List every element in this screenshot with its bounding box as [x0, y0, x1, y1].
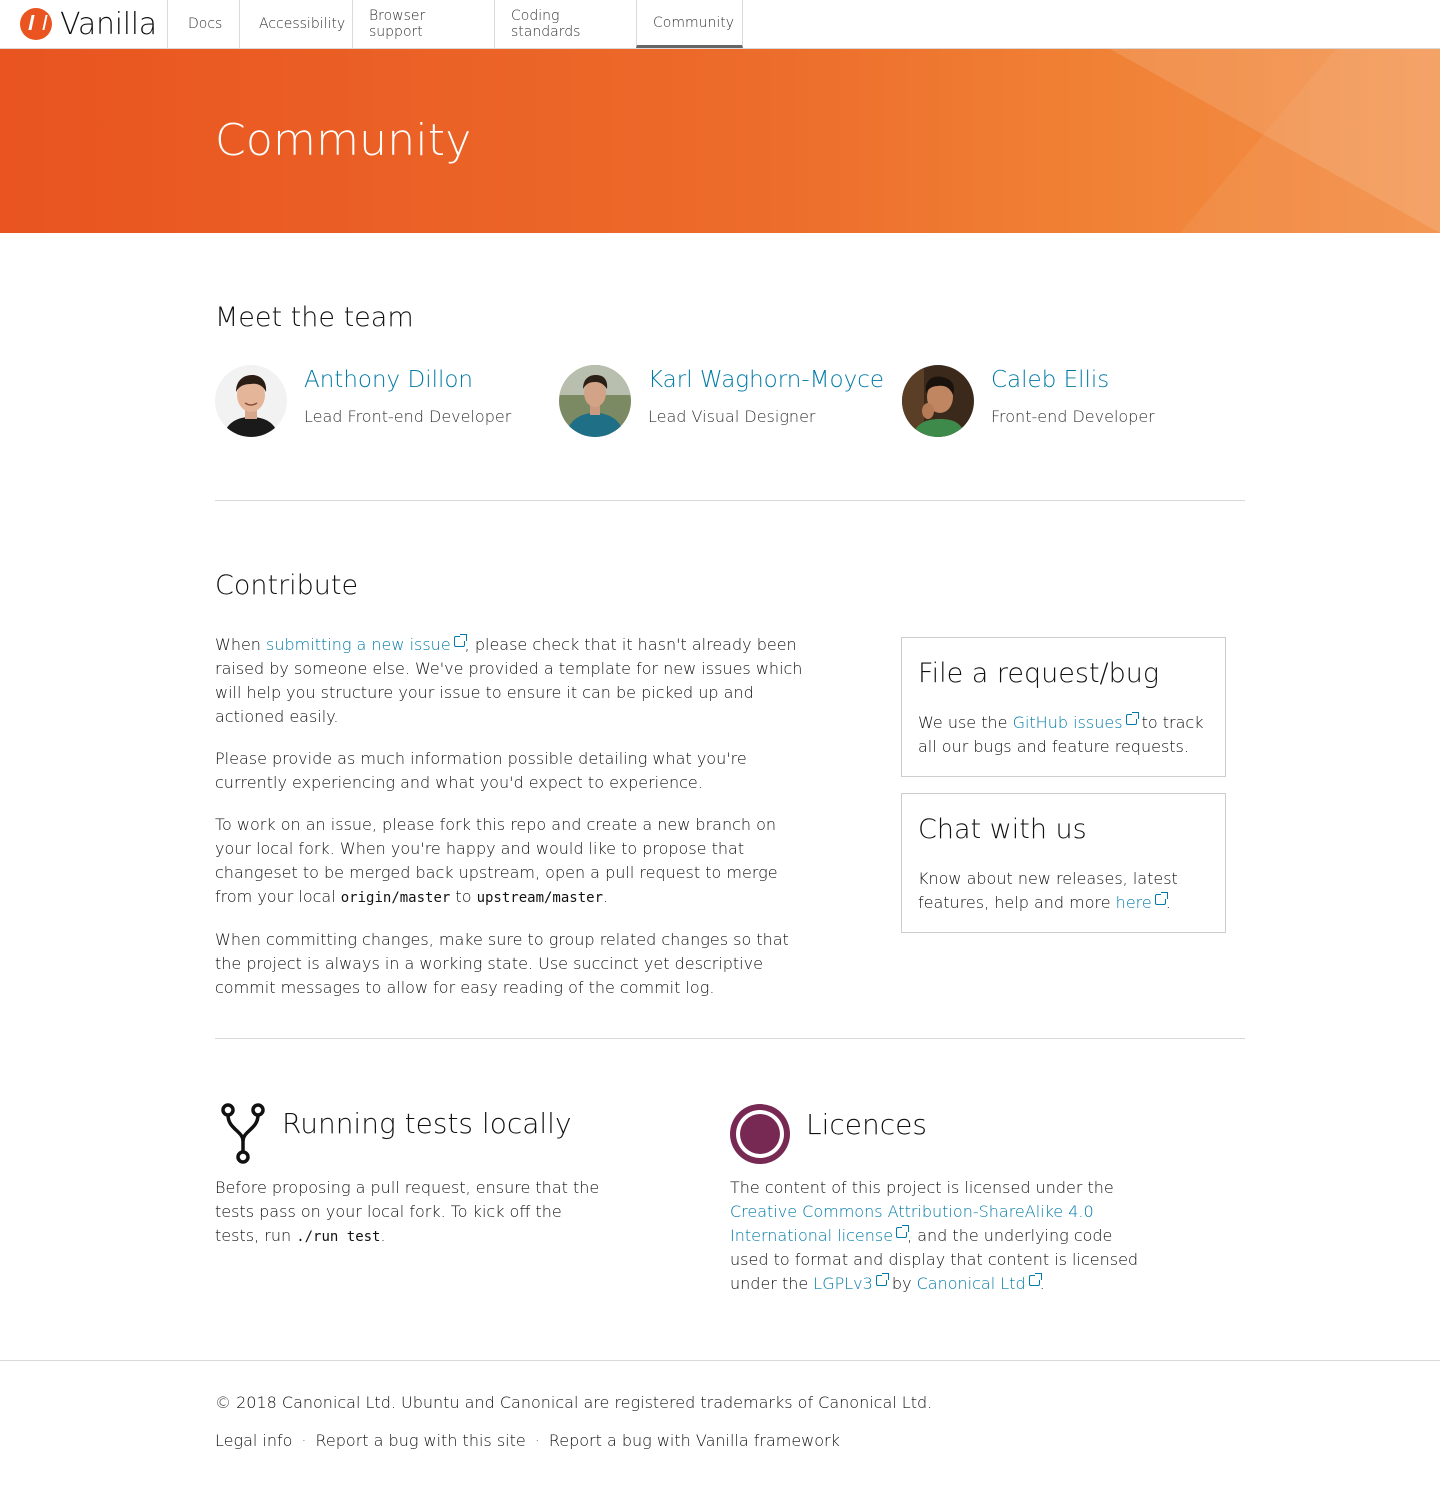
licences-text: The content of this project is licensed …	[730, 1178, 1139, 1293]
nav-item-community[interactable]: Community	[636, 0, 743, 48]
member-name-link[interactable]: Caleb Ellis	[991, 367, 1109, 393]
member-role: Lead Front-end Developer	[304, 407, 512, 426]
nav-menu: Docs Accessibility Browser support Codin…	[167, 0, 743, 48]
card-text: Know about new releases, latest features…	[918, 869, 1178, 912]
team-list: Anthony Dillon Lead Front-end Developer …	[215, 365, 1245, 437]
top-navigation: Vanilla Docs Accessibility Browser suppo…	[0, 0, 1440, 49]
hero-decoration-triangle	[1110, 49, 1440, 233]
vanilla-logo-icon	[20, 8, 52, 40]
report-site-bug-link[interactable]: Report a bug with this site	[316, 1431, 526, 1450]
fork-icon	[218, 1103, 270, 1165]
licences-heading: Licences	[806, 1108, 927, 1141]
divider	[215, 500, 1245, 501]
member-name-link[interactable]: Karl Waghorn-Moyce	[648, 367, 884, 393]
contribute-text: When submitting a new issue, please chec…	[215, 633, 805, 1018]
external-link-icon	[453, 634, 467, 647]
canonical-link[interactable]: Canonical Ltd	[917, 1274, 1026, 1293]
contribute-paragraph: When submitting a new issue, please chec…	[215, 634, 803, 726]
external-link-icon	[896, 1225, 910, 1238]
brand-name: Vanilla	[60, 6, 157, 42]
avatar	[559, 365, 631, 437]
code-run-test: ./run test	[296, 1229, 381, 1245]
code-origin-master: origin/master	[340, 890, 451, 906]
team-heading: Meet the team	[215, 302, 414, 333]
external-link-icon	[1154, 892, 1168, 905]
chat-card: Chat with us Know about new releases, la…	[901, 793, 1226, 933]
avatar	[215, 365, 287, 437]
copyright-text: © 2018 Canonical Ltd. Ubuntu and Canonic…	[215, 1393, 933, 1412]
nav-item-coding-standards[interactable]: Coding standards	[494, 0, 636, 48]
divider	[215, 1038, 1245, 1039]
contribute-heading: Contribute	[215, 570, 359, 601]
report-vanilla-bug-link[interactable]: Report a bug with Vanilla framework	[549, 1431, 840, 1450]
hero-banner: Community	[0, 49, 1440, 233]
tests-text: Before proposing a pull request, ensure …	[215, 1178, 600, 1245]
chat-here-link[interactable]: here	[1116, 893, 1152, 912]
card-title: Chat with us	[918, 814, 1087, 845]
lgpl-link[interactable]: LGPLv3	[813, 1274, 873, 1293]
avatar	[902, 365, 974, 437]
member-name-link[interactable]: Anthony Dillon	[304, 367, 473, 393]
submit-issue-link[interactable]: submitting a new issue	[266, 635, 451, 654]
external-link-icon	[1125, 712, 1139, 725]
legal-info-link[interactable]: Legal info	[215, 1431, 292, 1450]
code-upstream-master: upstream/master	[476, 890, 603, 906]
file-bug-card: File a request/bug We use the GitHub iss…	[901, 637, 1226, 777]
card-title: File a request/bug	[918, 658, 1160, 689]
footer-separator: ·	[534, 1431, 540, 1450]
footer-separator: ·	[301, 1431, 307, 1450]
page-title: Community	[215, 115, 472, 166]
contribute-paragraph: When committing changes, make sure to gr…	[215, 930, 789, 997]
brand-logo-link[interactable]: Vanilla	[20, 6, 157, 42]
contribute-paragraph: To work on an issue, please fork this re…	[215, 815, 778, 906]
external-link-icon	[1028, 1273, 1042, 1286]
footer-links: Legal info · Report a bug with this site…	[215, 1431, 840, 1450]
contribute-paragraph: Please provide as much information possi…	[215, 749, 747, 792]
external-link-icon	[875, 1273, 889, 1286]
card-text: We use the GitHub issues to track all ou…	[918, 712, 1204, 756]
footer: © 2018 Canonical Ltd. Ubuntu and Canonic…	[0, 1360, 1440, 1486]
member-role: Lead Visual Designer	[648, 407, 816, 426]
licence-icon	[730, 1104, 790, 1164]
member-role: Front-end Developer	[991, 407, 1155, 426]
nav-item-browser-support[interactable]: Browser support	[352, 0, 494, 48]
github-issues-link[interactable]: GitHub issues	[1013, 713, 1123, 732]
tests-heading: Running tests locally	[282, 1107, 572, 1140]
nav-item-accessibility[interactable]: Accessibility	[239, 0, 352, 48]
nav-item-docs[interactable]: Docs	[167, 0, 239, 48]
